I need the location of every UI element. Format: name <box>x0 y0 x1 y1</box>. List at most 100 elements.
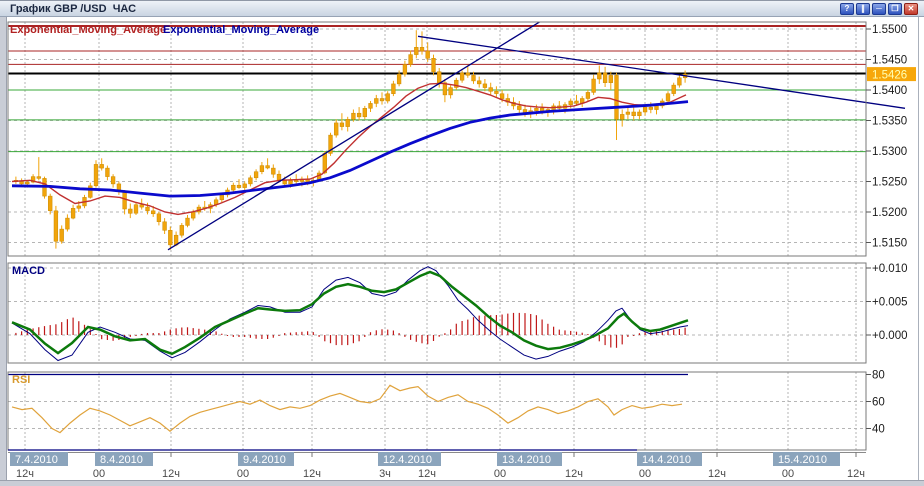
trendline[interactable] <box>418 36 905 108</box>
rsi-axis-label: 40 <box>872 424 885 436</box>
candle-body <box>123 191 127 209</box>
candle-body <box>340 123 344 127</box>
macd-signal-line <box>12 267 688 361</box>
rsi-indicator-label: RSI <box>12 374 30 386</box>
candle-body <box>655 106 659 110</box>
macd-axis-label: +0.010 <box>872 263 908 275</box>
candle-body <box>672 85 676 94</box>
candle-body <box>88 186 92 198</box>
chart-canvas[interactable]: 1.55001.54501.54001.53501.53001.52501.52… <box>0 0 924 486</box>
candle-body <box>414 47 418 54</box>
candle-body <box>597 73 601 79</box>
candle-body <box>260 166 264 172</box>
candle-body <box>603 73 607 83</box>
candle-body <box>374 99 378 104</box>
candle-body <box>397 74 401 84</box>
candle-body <box>392 84 396 94</box>
candle-body <box>94 164 98 185</box>
time-label: 12ч <box>708 468 726 480</box>
candle-body <box>638 112 642 116</box>
rsi-panel-border <box>8 372 866 450</box>
candle-body <box>363 108 367 117</box>
candle-body <box>420 47 424 51</box>
candle-body <box>535 108 539 110</box>
ema-fast-line <box>12 83 686 214</box>
macd-indicator-label: MACD <box>12 265 45 277</box>
rsi-axis-label: 80 <box>872 370 885 382</box>
candle-body <box>289 180 293 184</box>
time-label: 12ч <box>565 468 583 480</box>
price-axis-label: 1.5200 <box>872 207 907 219</box>
candle-body <box>460 73 464 80</box>
candle-body <box>71 208 75 218</box>
candle-body <box>243 184 247 188</box>
candle-body <box>294 180 298 181</box>
candle-body <box>409 55 413 65</box>
candle-body <box>20 182 24 184</box>
ema-slow-legend: Exponential_Moving_Average <box>163 24 319 36</box>
candle-body <box>111 177 115 184</box>
price-axis-label: 1.5400 <box>872 85 907 97</box>
candle-body <box>140 205 144 207</box>
candle-body <box>37 177 41 179</box>
candle-body <box>432 58 436 71</box>
candle-body <box>231 185 235 190</box>
candle-body <box>369 103 373 108</box>
price-axis-label: 1.5450 <box>872 55 907 67</box>
candle-body <box>163 222 167 231</box>
candle-body <box>77 206 81 208</box>
candle-body <box>386 94 390 101</box>
candle-body <box>100 164 104 168</box>
candle-body <box>66 218 70 229</box>
candle-body <box>380 99 384 101</box>
time-label: 12ч <box>847 468 865 480</box>
time-label: 12ч <box>162 468 180 480</box>
date-label: 12.4.2010 <box>383 454 432 466</box>
main-panel-border <box>8 22 866 256</box>
chart-window: График GBP /USD ЧАС ?∥─❐✕ 1.55001.54501.… <box>0 0 924 486</box>
time-label: 12ч <box>303 468 321 480</box>
main-plot-group <box>12 22 688 250</box>
trendline[interactable] <box>168 22 540 250</box>
time-label: 3ч <box>379 468 391 480</box>
candle-body <box>678 78 682 85</box>
price-axis-label: 1.5350 <box>872 116 907 128</box>
candle-body <box>151 211 155 214</box>
candle-body <box>489 88 493 92</box>
candle-body <box>352 113 356 119</box>
date-label: 7.4.2010 <box>15 454 58 466</box>
candle-body <box>271 168 275 174</box>
candle-body <box>357 113 361 117</box>
candle-body <box>128 209 132 213</box>
candle-body <box>626 112 630 114</box>
candle-body <box>649 107 653 109</box>
candle-body <box>48 196 52 211</box>
candle-body <box>403 64 407 74</box>
candle-body <box>615 75 619 119</box>
candle-body <box>168 230 172 245</box>
macd-panel-border <box>8 263 866 363</box>
candle-body <box>592 79 596 92</box>
rsi-axis-label: 60 <box>872 397 885 409</box>
candle-body <box>666 94 670 101</box>
candle-body <box>500 94 504 99</box>
candle-body <box>277 174 281 180</box>
candle-body <box>237 185 241 187</box>
macd-axis-label: +0.005 <box>872 297 908 309</box>
candle-body <box>517 106 521 110</box>
time-label: 00 <box>782 468 794 480</box>
ema-fast-legend: Exponential_Moving_Average <box>10 24 166 36</box>
price-axis-label: 1.5250 <box>872 177 907 189</box>
candle-body <box>346 119 350 126</box>
candle-body <box>249 178 253 184</box>
date-label: 13.4.2010 <box>502 454 551 466</box>
time-label: 00 <box>494 468 506 480</box>
candle-body <box>620 114 624 119</box>
candle-body <box>575 101 579 103</box>
candle-body <box>134 205 138 214</box>
rsi-line <box>12 385 682 432</box>
time-label: 12ч <box>418 468 436 480</box>
candle-body <box>495 91 499 93</box>
candle-body <box>106 168 110 177</box>
candle-body <box>54 211 58 242</box>
